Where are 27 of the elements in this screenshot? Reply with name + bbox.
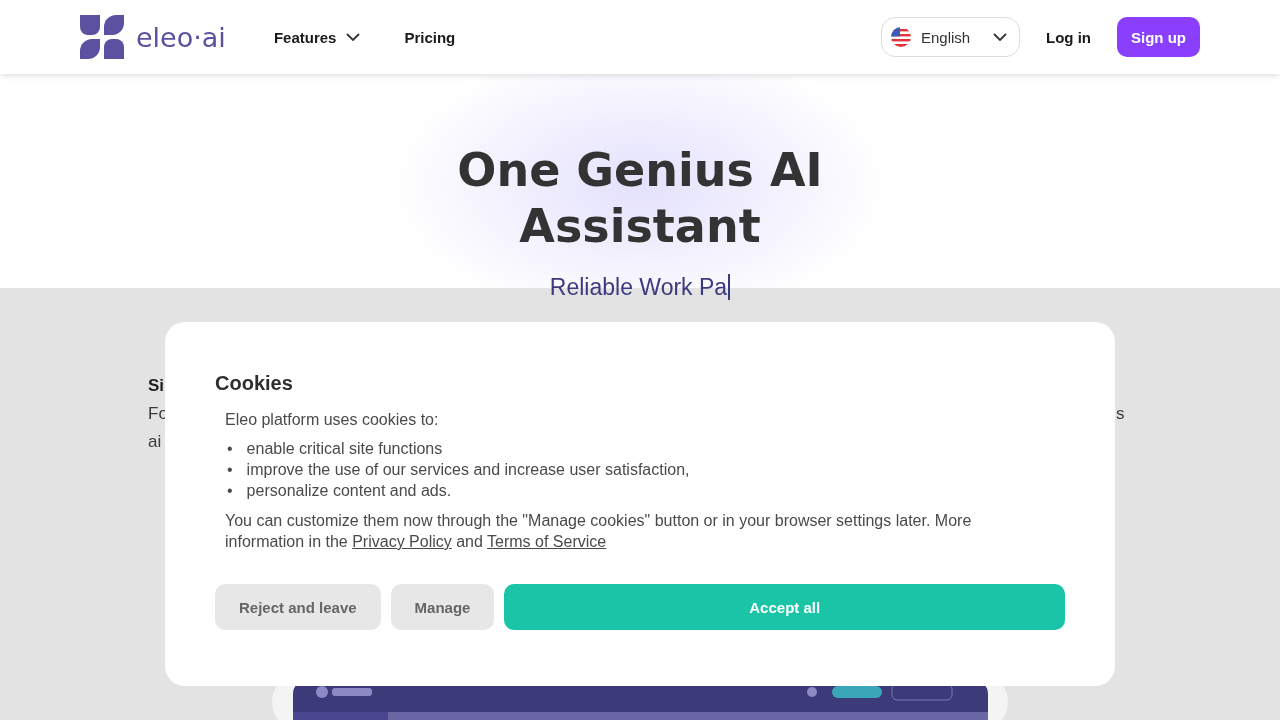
reject-button[interactable]: Reject and leave [215, 584, 381, 630]
cookie-purpose: personalize content and ads. [246, 481, 452, 501]
us-flag-icon [891, 27, 911, 47]
hero-title: One Genius AI Assistant [456, 142, 824, 254]
cookie-purpose: improve the use of our services and increase user satisfaction, [246, 460, 690, 480]
bullet-icon: • [227, 438, 233, 459]
signup-button[interactable]: Sign up [1117, 17, 1200, 57]
logo-text[interactable]: eleo·ai [136, 21, 226, 53]
bullet-icon: • [227, 480, 233, 501]
bullet-icon: • [227, 459, 233, 480]
features-menu[interactable]: Features [273, 28, 361, 46]
body-text: ai [148, 431, 163, 453]
cookie-note: You can customize them now through the "Manage cookies" button or in your browser settings later. More information in the Privacy Policy and Terms of Service [225, 511, 973, 552]
login-link[interactable]: Log in [1040, 27, 1097, 47]
privacy-link[interactable]: Privacy Policy [352, 533, 452, 550]
body-text: s [1116, 403, 1125, 425]
chevron-down-icon [346, 33, 361, 41]
chevron-down-icon [993, 33, 1007, 41]
section-heading: Si [148, 375, 166, 397]
nav-link[interactable]: Pricing [404, 28, 456, 46]
logo-icon [80, 15, 124, 59]
cookie-intro: Eleo platform uses cookies to: [225, 410, 440, 430]
modal-title: Cookies [215, 372, 294, 395]
terms-link[interactable]: Terms of Service [487, 533, 607, 550]
language-select[interactable]: English [881, 17, 1020, 57]
cookie-purpose: enable critical site functions [246, 439, 443, 459]
manage-button[interactable]: Manage [390, 584, 495, 630]
